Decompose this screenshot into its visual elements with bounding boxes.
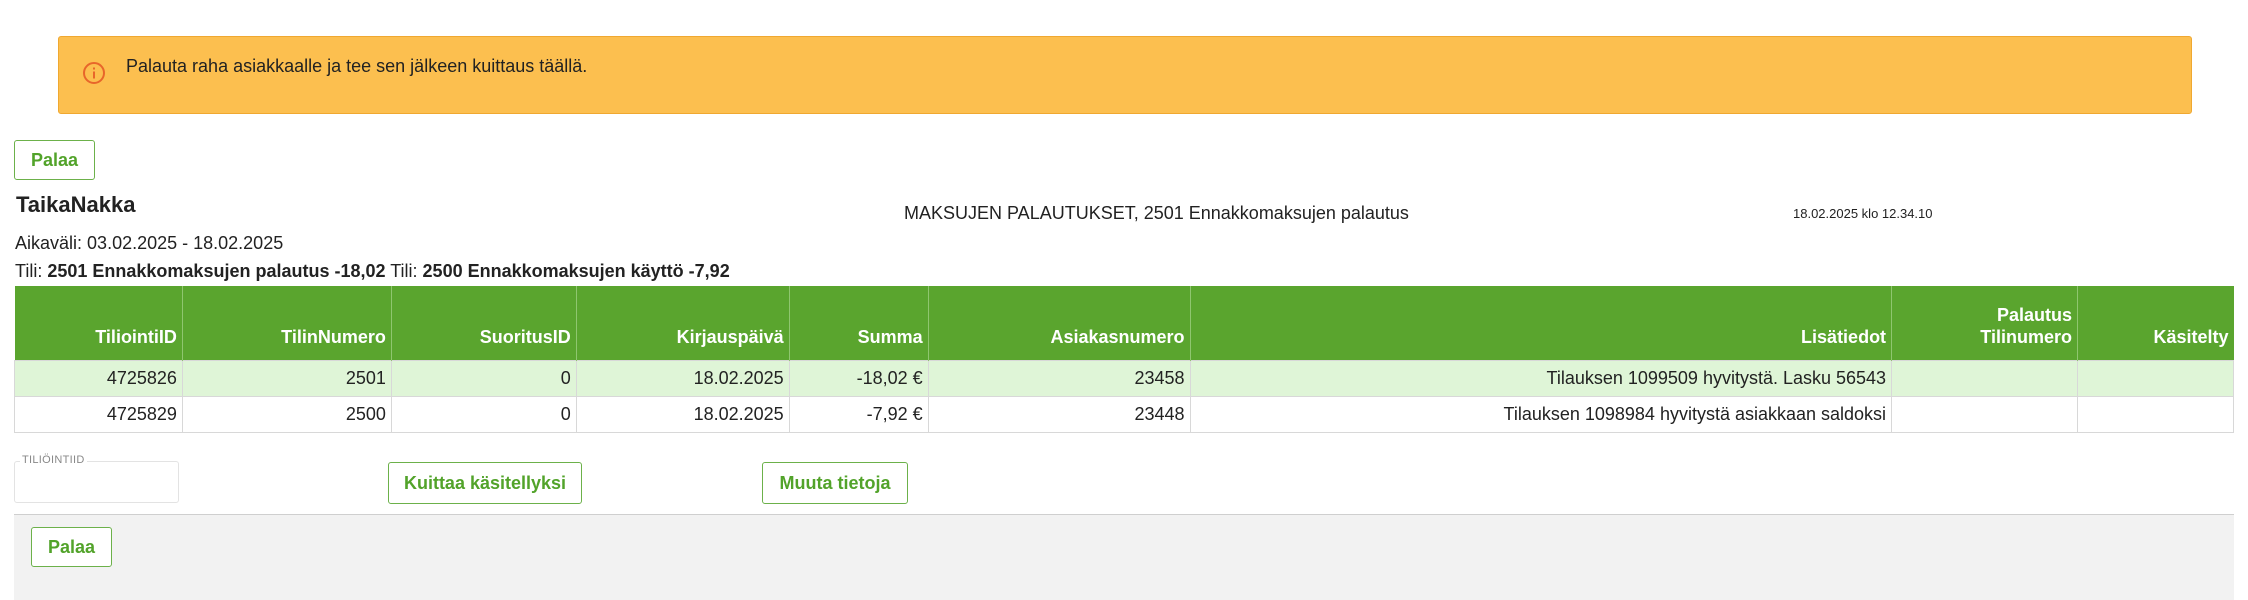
header-palautus-line1: Palautus [1996,304,2072,325]
cell-suoritusid: 0 [390,359,577,397]
back-button-top[interactable]: Palaa [14,140,95,180]
table-row[interactable]: 4725829 2500 0 18.02.2025 -7,92 € 23448 … [14,395,2235,433]
company-name: TaikaNakka [16,192,136,217]
cell-tilinnumero: 2500 [181,395,392,433]
header-lisatiedot[interactable]: Lisätiedot [1190,286,1893,360]
cell-kasitelty [2076,395,2235,433]
header-asiakasnumero[interactable]: Asiakasnumero [928,286,1191,360]
account2-value: 2500 Ennakkomaksujen käyttö -7,92 [422,261,730,281]
period-line: Aikaväli: 03.02.2025 - 18.02.2025 [15,233,283,254]
back-button-bottom[interactable]: Palaa [31,527,112,567]
cell-palautus-tilinumero [1891,395,2078,433]
edit-button[interactable]: Muuta tietoja [762,462,908,504]
header-palautus-tilinumero[interactable]: Palautus Tilinumero [1891,286,2078,360]
period-value: 03.02.2025 - 18.02.2025 [87,233,284,253]
header-tilinnumero[interactable]: TilinNumero [182,286,392,360]
cell-lisatiedot: Tilauksen 1098984 hyvitystä asiakkaan sa… [1189,395,1893,433]
report-timestamp: 18.02.2025 klo 12.34.10 [1793,206,1933,221]
header-palautus-line2: Tilinumero [1980,326,2072,347]
cell-kasitelty [2076,359,2235,397]
header-summa[interactable]: Summa [789,286,929,360]
info-alert: Palauta raha asiakkaalle ja tee sen jälk… [58,36,2192,114]
acknowledge-button[interactable]: Kuittaa käsitellyksi [388,462,582,504]
header-suoritusid[interactable]: SuoritusID [391,286,577,360]
cell-tilinnumero: 2501 [181,359,392,397]
alert-message: Palauta raha asiakkaalle ja tee sen jälk… [126,56,588,76]
accounts-line: Tili: 2501 Ennakkomaksujen palautus -18,… [15,261,730,282]
tiliointiid-label: TILIÖINTIID [20,454,87,466]
header-kasitelty[interactable]: Käsitelty [2077,286,2234,360]
table-header-row: TiliointiID TilinNumero SuoritusID Kirja… [14,286,2234,360]
table-row[interactable]: 4725826 2501 0 18.02.2025 -18,02 € 23458… [14,359,2235,397]
header-tiliointiid[interactable]: TiliointiID [14,286,183,360]
report-title: MAKSUJEN PALAUTUKSET, 2501 Ennakkomaksuj… [904,203,1409,223]
cell-summa: -7,92 € [788,395,929,433]
cell-kirjauspaiva: 18.02.2025 [575,395,790,433]
cell-asiakasnumero: 23448 [927,395,1191,433]
header-kirjauspaiva[interactable]: Kirjauspäivä [576,286,790,360]
account1-label: Tili: [15,261,43,281]
tiliointiid-input[interactable] [14,461,179,503]
cell-palautus-tilinumero [1891,359,2078,397]
cell-kirjauspaiva: 18.02.2025 [575,359,790,397]
cell-tiliointiid: 4725826 [14,359,183,397]
refunds-table: TiliointiID TilinNumero SuoritusID Kirja… [14,286,2235,433]
cell-summa: -18,02 € [788,359,929,397]
cell-lisatiedot: Tilauksen 1099509 hyvitystä. Lasku 56543 [1189,359,1893,397]
cell-asiakasnumero: 23458 [927,359,1191,397]
footer-bar [14,514,2234,600]
period-label: Aikaväli: [15,233,83,253]
account2-label: Tili: [390,261,418,281]
account1-value: 2501 Ennakkomaksujen palautus -18,02 [47,261,386,281]
cell-tiliointiid: 4725829 [14,395,183,433]
cell-suoritusid: 0 [390,395,577,433]
info-icon [81,60,107,86]
